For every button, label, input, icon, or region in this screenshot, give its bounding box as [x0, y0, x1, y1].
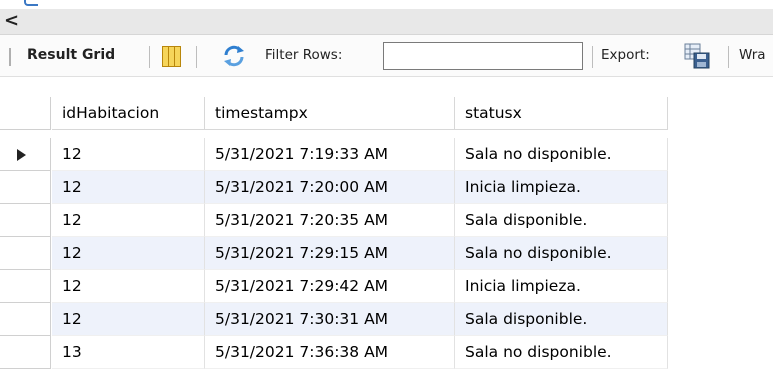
cell-timestampx[interactable]: 5/31/2021 7:36:38 AM [205, 336, 455, 369]
cell-idhabitacion[interactable]: 12 [52, 138, 205, 171]
cell-statusx[interactable]: Inicia limpieza. [455, 270, 668, 303]
cell-statusx[interactable]: Sala no disponible. [455, 336, 668, 369]
wrap-cell-content-label[interactable]: Wra [739, 47, 766, 63]
current-row-pointer-icon [17, 149, 26, 161]
toolbar-separator [728, 46, 729, 68]
cell-statusx[interactable]: Sala disponible. [455, 204, 668, 237]
row-header[interactable] [0, 270, 51, 303]
row-header[interactable] [0, 138, 51, 171]
grid-layout-icon[interactable] [162, 46, 181, 67]
row-header[interactable] [0, 171, 51, 204]
cell-idhabitacion[interactable]: 12 [52, 171, 205, 204]
horizontal-scrollbar[interactable]: < [0, 9, 773, 35]
toolbar-separator [149, 46, 150, 68]
row-header[interactable] [0, 204, 51, 237]
export-icon[interactable] [684, 43, 710, 69]
cell-timestampx[interactable]: 5/31/2021 7:29:15 AM [205, 237, 455, 270]
column-header-timestampx[interactable]: timestampx [205, 97, 455, 130]
cell-idhabitacion[interactable]: 12 [52, 204, 205, 237]
toolbar-separator [592, 46, 593, 68]
window-edge-fragment [24, 0, 38, 6]
cell-idhabitacion[interactable]: 13 [52, 336, 205, 369]
cell-timestampx[interactable]: 5/31/2021 7:20:35 AM [205, 204, 455, 237]
filter-rows-label: Filter Rows: [265, 47, 343, 63]
column-header-statusx[interactable]: statusx [455, 97, 668, 130]
cell-idhabitacion[interactable]: 12 [52, 303, 205, 336]
cell-idhabitacion[interactable]: 12 [52, 270, 205, 303]
filter-rows-input[interactable] [383, 42, 583, 70]
row-header[interactable] [0, 303, 51, 336]
cell-statusx[interactable]: Sala no disponible. [455, 138, 668, 171]
cell-statusx[interactable]: Inicia limpieza. [455, 171, 668, 204]
row-header[interactable] [0, 336, 51, 369]
result-grid-label[interactable]: Result Grid [27, 47, 115, 63]
cell-timestampx[interactable]: 5/31/2021 7:29:42 AM [205, 270, 455, 303]
cell-timestampx[interactable]: 5/31/2021 7:19:33 AM [205, 138, 455, 171]
corner-cell[interactable] [0, 97, 51, 130]
toolbar-separator [196, 46, 197, 68]
export-label: Export: [601, 47, 650, 63]
column-header-idhabitacion[interactable]: idHabitacion [52, 97, 205, 130]
row-header[interactable] [0, 237, 51, 270]
scroll-left-arrow[interactable]: < [4, 10, 19, 32]
cell-timestampx[interactable]: 5/31/2021 7:20:00 AM [205, 171, 455, 204]
refresh-icon[interactable] [222, 44, 246, 68]
cell-idhabitacion[interactable]: 12 [52, 237, 205, 270]
cell-timestampx[interactable]: 5/31/2021 7:30:31 AM [205, 303, 455, 336]
cell-statusx[interactable]: Sala disponible. [455, 303, 668, 336]
result-toolbar: Result Grid Filter Rows: Export: Wra [0, 35, 773, 77]
toolbar-grip[interactable] [9, 48, 11, 66]
cell-statusx[interactable]: Sala no disponible. [455, 237, 668, 270]
